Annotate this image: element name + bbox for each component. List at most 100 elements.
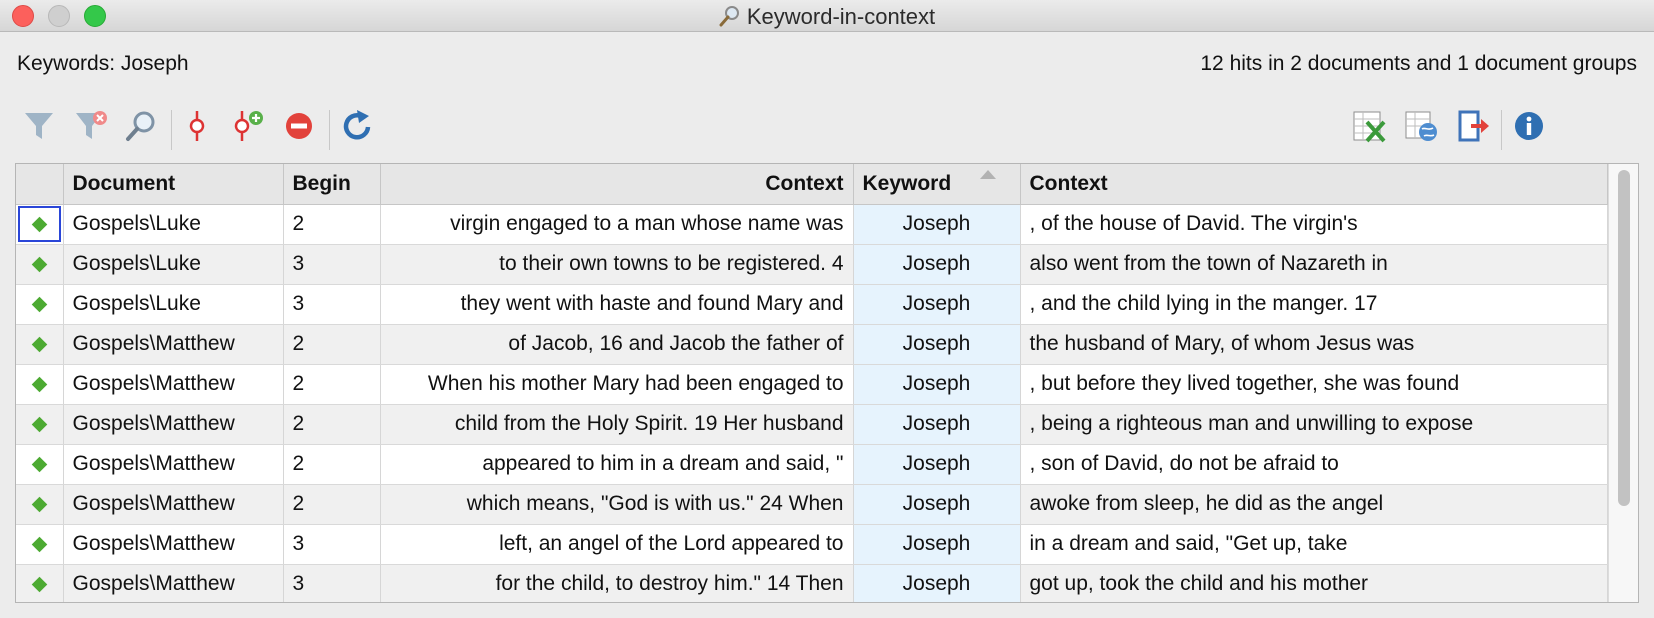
diamond-marker-icon [31,296,48,313]
context-right-cell[interactable]: , son of David, do not be afraid to [1020,444,1608,485]
begin-cell[interactable]: 3 [283,564,381,602]
column-header-keyword[interactable]: Keyword [853,164,1021,205]
context-left-cell[interactable]: for the child, to destroy him." 14 Then [380,564,854,602]
table-row[interactable]: Gospels\Luke 3 they went with haste and fo… [16,284,1608,325]
document-cell[interactable]: Gospels\Matthew [63,404,284,445]
keyword-cell[interactable]: Joseph [853,324,1021,365]
title-bar: Keyword-in-context [0,0,1654,32]
table-row[interactable]: Gospels\Matthew 2 of Jacob, 16 and Jacob t… [16,324,1608,365]
context-right-cell[interactable]: , and the child lying in the manger. 17 [1020,284,1608,325]
begin-cell[interactable]: 2 [283,484,381,525]
clear-filter-button[interactable] [71,104,111,148]
row-marker-cell[interactable] [16,284,64,325]
context-right-cell[interactable]: the husband of Mary, of whom Jesus was [1020,324,1608,365]
document-cell[interactable]: Gospels\Matthew [63,564,284,602]
export-html-button[interactable] [1401,104,1441,148]
begin-cell[interactable]: 3 [283,524,381,565]
diamond-marker-icon [31,576,48,593]
search-button[interactable] [121,104,161,148]
row-marker-cell[interactable] [16,364,64,405]
begin-cell[interactable]: 2 [283,204,381,245]
begin-cell[interactable]: 2 [283,404,381,445]
keyword-cell[interactable]: Joseph [853,524,1021,565]
begin-cell[interactable]: 2 [283,324,381,365]
table-row[interactable]: Gospels\Luke 2 virgin engaged to a man who… [16,204,1608,245]
context-left-cell[interactable]: child from the Holy Spirit. 19 Her husba… [380,404,854,445]
column-header-marker[interactable] [16,164,64,205]
info-bar: Keywords: Joseph 12 hits in 2 documents … [17,52,1637,82]
document-cell[interactable]: Gospels\Matthew [63,324,284,365]
column-header-begin[interactable]: Begin [283,164,381,205]
export-icon [1458,110,1489,142]
row-marker-cell[interactable] [16,484,64,525]
begin-cell[interactable]: 3 [283,244,381,285]
keyword-cell[interactable]: Joseph [853,244,1021,285]
table-row[interactable]: Gospels\Matthew 3 left, an angel of the Lo… [16,524,1608,565]
begin-cell[interactable]: 3 [283,284,381,325]
context-left-cell[interactable]: left, an angel of the Lord appeared to [380,524,854,565]
table-row[interactable]: Gospels\Matthew 2 which means, "God is wit… [16,484,1608,525]
context-left-cell[interactable]: appeared to him in a dream and said, " [380,444,854,485]
keyword-cell[interactable]: Joseph [853,564,1021,602]
document-cell[interactable]: Gospels\Luke [63,244,284,285]
begin-cell[interactable]: 2 [283,364,381,405]
context-left-cell[interactable]: they went with haste and found Mary and [380,284,854,325]
table-row[interactable]: Gospels\Matthew 2 When his mother Mary had… [16,364,1608,405]
keyword-cell[interactable]: Joseph [853,364,1021,405]
context-left-cell[interactable]: to their own towns to be registered. 4 [380,244,854,285]
keyword-marker-button[interactable] [177,104,217,148]
document-cell[interactable]: Gospels\Matthew [63,484,284,525]
document-cell[interactable]: Gospels\Matthew [63,524,284,565]
column-header-context-right[interactable]: Context [1020,164,1608,205]
begin-cell[interactable]: 2 [283,444,381,485]
row-marker-cell[interactable] [16,324,64,365]
keyword-cell[interactable]: Joseph [853,204,1021,245]
keyword-cell[interactable]: Joseph [853,404,1021,445]
kwic-window: Keyword-in-context Keywords: Joseph 12 h… [0,0,1654,618]
row-marker-cell[interactable] [16,524,64,565]
context-right-cell[interactable]: in a dream and said, "Get up, take [1020,524,1608,565]
document-cell[interactable]: Gospels\Luke [63,284,284,325]
keywords-label: Keywords: Joseph [17,52,189,75]
keyword-cell[interactable]: Joseph [853,284,1021,325]
row-marker-cell[interactable] [16,444,64,485]
context-right-cell[interactable]: , being a righteous man and unwilling to… [1020,404,1608,445]
keyword-cell[interactable]: Joseph [853,484,1021,525]
context-right-cell[interactable]: , of the house of David. The virgin's [1020,204,1608,245]
toolbar-separator [171,110,172,150]
diamond-marker-icon [31,416,48,433]
remove-button[interactable] [279,104,319,148]
add-keyword-button[interactable] [227,104,267,148]
document-cell[interactable]: Gospels\Matthew [63,444,284,485]
document-cell[interactable]: Gospels\Luke [63,204,284,245]
context-right-cell[interactable]: awoke from sleep, he did as the angel [1020,484,1608,525]
context-right-cell[interactable]: , but before they lived together, she wa… [1020,364,1608,405]
row-marker-cell[interactable] [16,404,64,445]
context-left-cell[interactable]: virgin engaged to a man whose name was [380,204,854,245]
row-marker-cell[interactable] [16,244,64,285]
context-left-cell[interactable]: of Jacob, 16 and Jacob the father of [380,324,854,365]
table-row[interactable]: Gospels\Luke 3 to their own towns to be re… [16,244,1608,285]
export-button[interactable] [1453,104,1493,148]
refresh-button[interactable] [337,104,377,148]
row-marker-cell[interactable] [16,204,64,245]
context-right-cell[interactable]: also went from the town of Nazareth in [1020,244,1608,285]
table-row[interactable]: Gospels\Matthew 3 for the child, to destro… [16,564,1608,602]
context-left-cell[interactable]: When his mother Mary had been engaged to [380,364,854,405]
window-title-text: Keyword-in-context [746,4,936,29]
filter-icon [25,113,53,139]
filter-button[interactable] [19,104,59,148]
context-left-cell[interactable]: which means, "God is with us." 24 When [380,484,854,525]
export-excel-button[interactable] [1349,104,1389,148]
info-button[interactable] [1509,104,1549,148]
keyword-cell[interactable]: Joseph [853,444,1021,485]
table-row[interactable]: Gospels\Matthew 2 appeared to him in a dre… [16,444,1608,485]
table-row[interactable]: Gospels\Matthew 2 child from the Holy Spir… [16,404,1608,445]
context-right-cell[interactable]: got up, took the child and his mother [1020,564,1608,602]
row-marker-cell[interactable] [16,564,64,602]
vertical-scrollbar[interactable] [1608,164,1638,602]
document-cell[interactable]: Gospels\Matthew [63,364,284,405]
column-header-document[interactable]: Document [63,164,284,205]
column-header-context-left[interactable]: Context [380,164,854,205]
scrollbar-thumb[interactable] [1618,170,1630,506]
